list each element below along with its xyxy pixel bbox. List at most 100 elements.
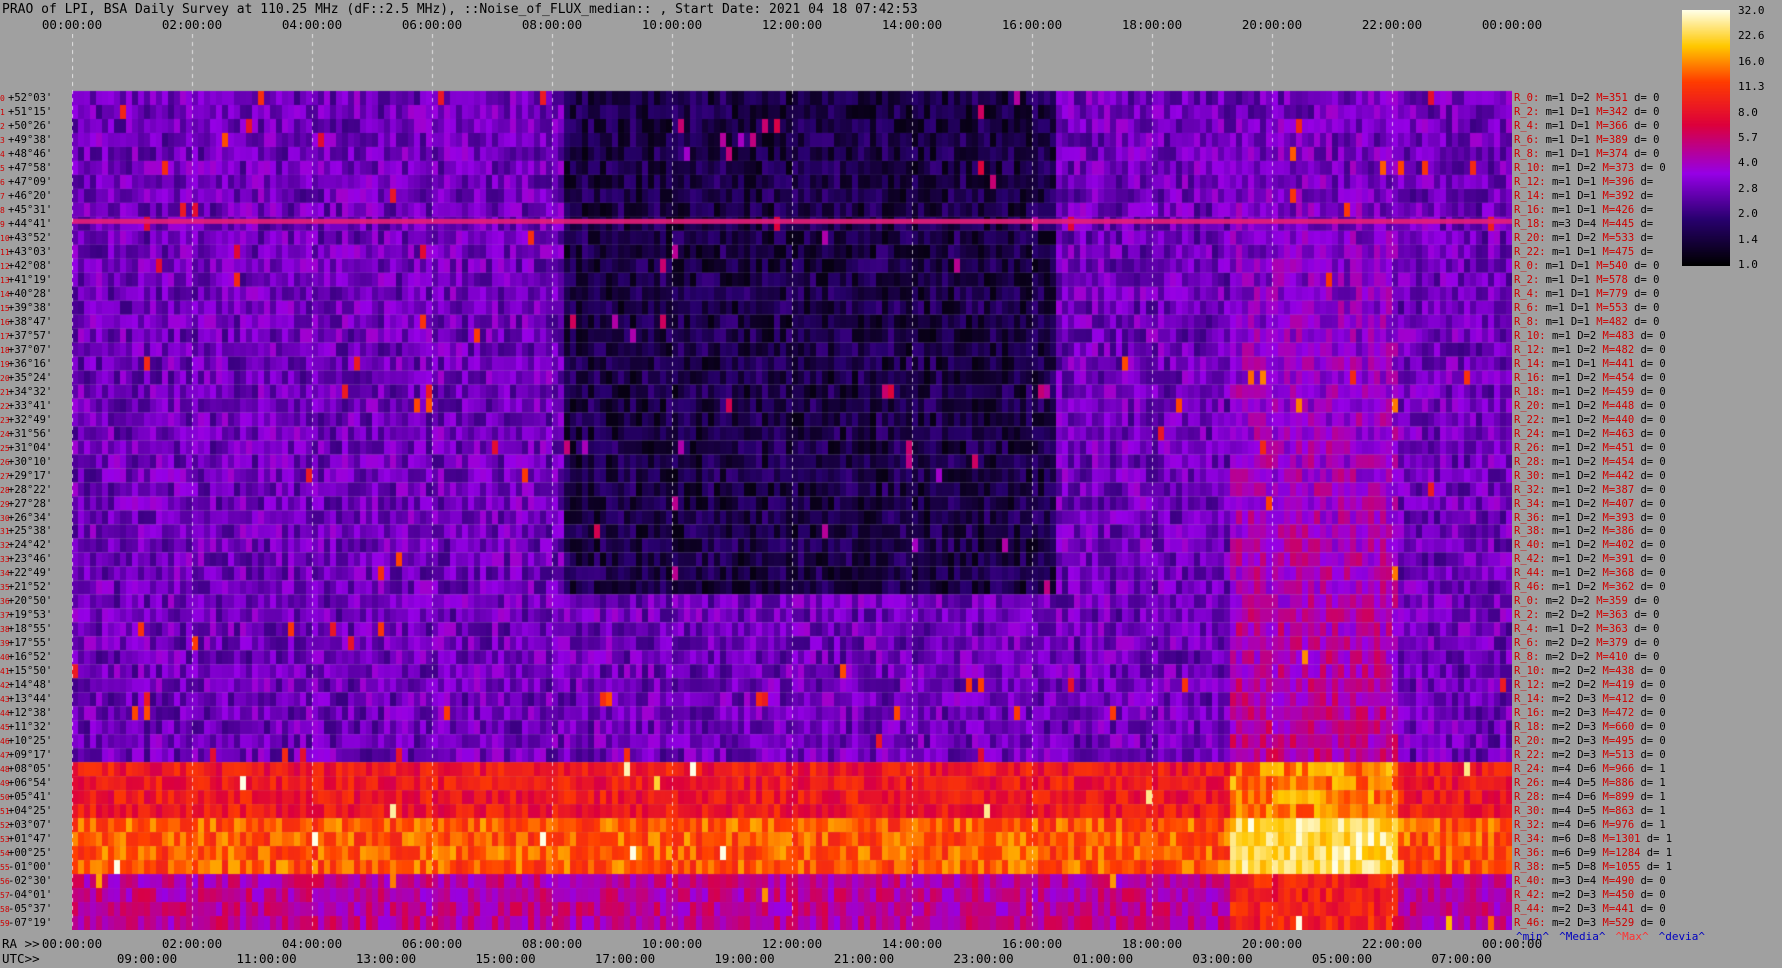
deviation-value: d= 0 <box>1640 427 1666 440</box>
ra-tick-label: 22:00:00 <box>1361 936 1423 951</box>
max-value: M=1301 <box>1602 833 1647 846</box>
median-value: D=8 <box>1577 861 1603 874</box>
deviation-value: d= 0 <box>1640 497 1666 510</box>
beam-id: R_38: <box>1514 861 1552 874</box>
median-value: D=6 <box>1577 791 1603 804</box>
row-index: 57 <box>0 891 10 901</box>
median-value: D=8 <box>1577 833 1603 846</box>
dec-label: 15+39°38' <box>0 301 52 315</box>
deviation-value: d= 0 <box>1640 371 1666 384</box>
median-value: D=2 <box>1577 371 1603 384</box>
dec-label: 59-07°19' <box>0 916 52 930</box>
min-value: m=2 <box>1545 651 1571 664</box>
dec-label: 14+40°28' <box>0 287 52 301</box>
median-value: D=2 <box>1577 581 1603 594</box>
beam-id: R_46: <box>1514 917 1552 930</box>
deviation-value: d= 1 <box>1640 763 1666 776</box>
stat-row: R_2: m=2 D=2 M=363 d= 0 <box>1514 608 1659 622</box>
deviation-value: d= 0 <box>1640 161 1666 174</box>
deviation-value: d= <box>1640 203 1654 216</box>
max-value: M=410 <box>1596 651 1635 664</box>
dec-value: +35°24' <box>8 371 53 384</box>
min-value: m=1 <box>1551 427 1578 440</box>
dec-label: 40+16°52' <box>0 650 52 664</box>
min-value: m=1 <box>1551 343 1578 356</box>
median-value: D=2 <box>1577 329 1603 342</box>
max-value: M=966 <box>1602 763 1641 776</box>
max-value: M=402 <box>1602 539 1641 552</box>
stat-row: R_16: m=2 D=3 M=472 d= 0 <box>1514 706 1666 720</box>
beam-id: R_26: <box>1514 441 1552 454</box>
dec-label: 4 +48°46' <box>0 147 52 161</box>
max-value: M=392 <box>1602 189 1641 202</box>
ra-tick-label: 00:00:00 <box>41 936 103 951</box>
deviation-value: d= 0 <box>1640 693 1666 706</box>
deviation-value: d= 0 <box>1634 133 1660 146</box>
stat-row: R_38: m=1 D=2 M=386 d= 0 <box>1514 524 1666 538</box>
dec-value: +40°28' <box>8 287 53 300</box>
dec-value: +04°25' <box>8 805 53 818</box>
median-value: D=3 <box>1577 721 1603 734</box>
dec-value: +22°49' <box>8 567 53 580</box>
max-value: M=342 <box>1596 105 1635 118</box>
beam-id: R_20: <box>1514 231 1552 244</box>
row-index: 59 <box>0 919 10 929</box>
median-value: D=2 <box>1577 525 1603 538</box>
ra-tick-label: 02:00:00 <box>161 936 223 951</box>
min-value: m=2 <box>1545 595 1571 608</box>
row-index: 46 <box>0 737 10 747</box>
beam-id: R_36: <box>1514 847 1552 860</box>
ra-tick-label: 16:00:00 <box>1001 936 1063 951</box>
beam-id: R_32: <box>1514 483 1552 496</box>
median-value: D=2 <box>1577 679 1603 692</box>
beam-id: R_4: <box>1514 287 1546 300</box>
dec-value: +21°52' <box>8 581 53 594</box>
beam-id: R_22: <box>1514 749 1552 762</box>
heatmap-canvas[interactable] <box>72 34 1512 930</box>
beam-id: R_2: <box>1514 273 1546 286</box>
median-value: D=2 <box>1577 665 1603 678</box>
min-value: m=2 <box>1551 693 1578 706</box>
min-value: m=1 <box>1545 92 1571 104</box>
dec-value: +19°53' <box>8 609 53 622</box>
median-value: D=5 <box>1577 805 1603 818</box>
dec-label: 1 +51°15' <box>0 105 52 119</box>
dec-label: 29+27°28' <box>0 497 52 511</box>
beam-id: R_12: <box>1514 343 1552 356</box>
dec-value: +13°44' <box>8 693 53 706</box>
stat-row: R_44: m=1 D=2 M=368 d= 0 <box>1514 566 1666 580</box>
dec-label: 41+15°50' <box>0 664 52 678</box>
beam-id: R_34: <box>1514 497 1552 510</box>
beam-id: R_22: <box>1514 413 1552 426</box>
dec-label: 34+22°49' <box>0 566 52 580</box>
min-value: m=3 <box>1551 875 1578 888</box>
dec-value: +03°07' <box>8 819 53 832</box>
stat-row: R_20: m=1 D=2 M=448 d= 0 <box>1514 399 1666 413</box>
colorbar-tick-label: 1.4 <box>1738 232 1758 246</box>
dec-value: +00°25' <box>8 847 53 860</box>
deviation-value: d= <box>1640 245 1654 258</box>
deviation-value: d= 0 <box>1640 665 1666 678</box>
stat-row: R_40: m=3 D=4 M=490 d= 0 <box>1514 874 1666 888</box>
row-index: 39 <box>0 639 10 649</box>
max-value: M=475 <box>1602 245 1641 258</box>
stat-row: R_30: m=4 D=5 M=863 d= 1 <box>1514 804 1666 818</box>
ra-tick-label: 00:00:00 <box>1481 936 1543 951</box>
dec-label: 36+20°50' <box>0 594 52 608</box>
min-value: m=2 <box>1545 637 1571 650</box>
ra-tick-label: 08:00:00 <box>521 936 583 951</box>
min-value: m=1 <box>1551 441 1578 454</box>
beam-id: R_16: <box>1514 203 1552 216</box>
beam-id: R_22: <box>1514 245 1552 258</box>
row-index: 42 <box>0 681 10 691</box>
max-value: M=660 <box>1602 721 1641 734</box>
dec-label: 39+17°55' <box>0 636 52 650</box>
max-value: M=438 <box>1602 665 1641 678</box>
row-index: 41 <box>0 667 10 677</box>
max-value: M=386 <box>1602 525 1641 538</box>
min-value: m=1 <box>1551 455 1578 468</box>
dec-label: 47+09°17' <box>0 748 52 762</box>
min-value: m=1 <box>1551 371 1578 384</box>
colorbar-tick-label: 16.0 <box>1738 54 1765 68</box>
dec-value: +33°41' <box>8 399 53 412</box>
